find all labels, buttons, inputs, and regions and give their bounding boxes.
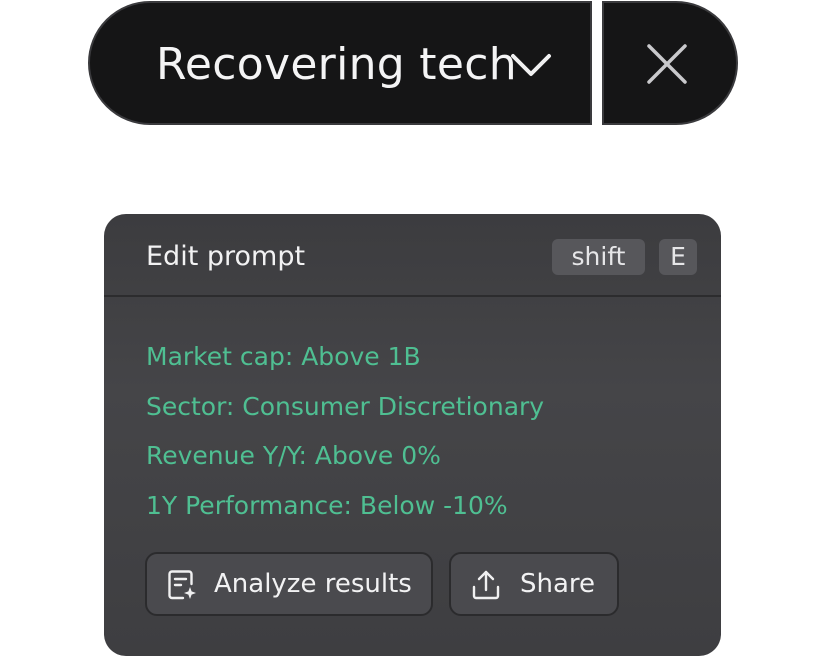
upload-share-icon: [472, 570, 500, 600]
criteria-item: Revenue Y/Y: Above 0%: [146, 441, 441, 470]
chevron-down-icon: [511, 54, 551, 76]
close-button[interactable]: [602, 1, 738, 125]
sparkle-document-icon: [168, 570, 196, 600]
prompt-card: Edit prompt shift E Market cap: Above 1B…: [104, 214, 721, 656]
screen-selector-dropdown[interactable]: Recovering tech: [88, 1, 592, 125]
prompt-criteria-list: Market cap: Above 1B Sector: Consumer Di…: [146, 332, 544, 530]
share-button[interactable]: Share: [449, 552, 619, 616]
shortcut-key-e: E: [659, 239, 697, 275]
criteria-item: Market cap: Above 1B: [146, 342, 421, 371]
screen-panel: Recovering tech Edit prompt shift E Mark…: [0, 0, 828, 657]
screen-title: Recovering tech: [156, 39, 517, 90]
prompt-card-header[interactable]: Edit prompt shift E: [104, 214, 721, 297]
criteria-item: Sector: Consumer Discretionary: [146, 391, 545, 421]
close-icon: [647, 44, 687, 84]
criteria-item: 1Y Performance: Below -10%: [146, 490, 508, 520]
analyze-results-label: Analyze results: [214, 569, 412, 599]
shortcut-key-shift: shift: [552, 239, 645, 275]
analyze-results-button[interactable]: Analyze results: [145, 552, 433, 616]
share-label: Share: [520, 569, 596, 599]
edit-prompt-title: Edit prompt: [146, 241, 306, 272]
